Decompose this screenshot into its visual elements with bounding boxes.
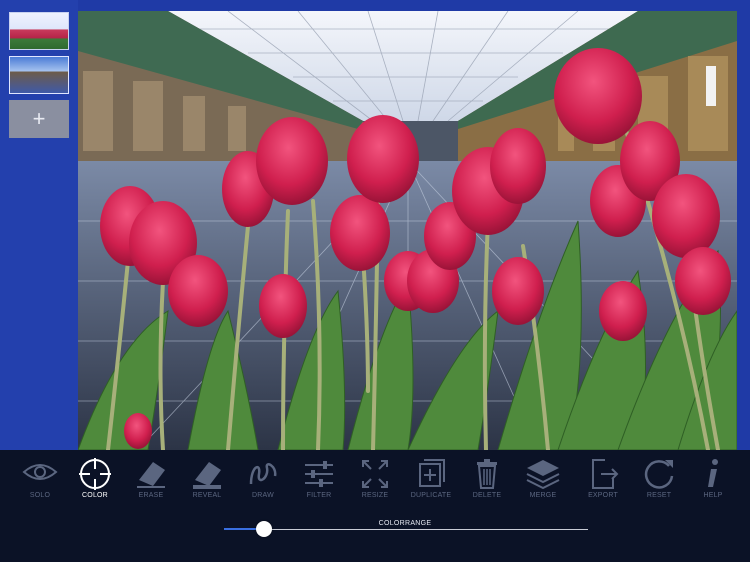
reveal-label: REVEAL [192,492,222,499]
draw-tool-button[interactable]: DRAW [235,454,291,504]
filter-tool-button[interactable]: FILTER [291,454,347,504]
colorrange-slider-knob[interactable] [256,521,273,537]
reset-label: RESET [646,492,672,499]
resize-tool-button[interactable]: RESIZE [347,454,403,504]
eraser-icon [137,462,165,488]
colorrange-label: COLORRANGE [378,520,432,527]
duplicate-icon [419,459,445,487]
trash-icon [477,459,497,489]
layer-sidebar: + [0,0,78,450]
erase-label: ERASE [138,492,164,499]
draw-label: DRAW [252,492,274,499]
sliders-icon [305,461,333,487]
merge-tool-button[interactable]: MERGE [515,454,571,504]
layers-icon [526,460,560,490]
export-icon [592,459,619,489]
filter-label: FILTER [306,492,332,499]
duplicate-tool-button[interactable]: DUPLICATE [403,454,459,504]
duplicate-label: DUPLICATE [410,492,452,499]
reset-tool-button[interactable]: RESET [631,454,687,504]
squiggle-icon [249,463,277,485]
help-label: HELP [703,492,723,499]
crosshair-icon [79,458,111,490]
reset-icon [644,460,674,489]
info-icon [708,459,718,487]
color-label: COLOR [82,492,108,499]
layer-thumbnail-tulips[interactable] [9,12,69,50]
erase-tool-button[interactable]: ERASE [123,454,179,504]
help-tool-button[interactable]: HELP [685,454,741,504]
delete-label: DELETE [472,492,502,499]
color-tool-button[interactable]: COLOR [67,454,123,504]
export-label: EXPORT [588,492,618,499]
resize-label: RESIZE [361,492,389,499]
solo-tool-button[interactable]: SOLO [12,454,68,504]
add-layer-button[interactable]: + [9,100,69,138]
photo-canvas[interactable] [78,11,737,450]
reveal-icon [193,462,221,489]
eye-icon [22,464,58,480]
merge-label: MERGE [529,492,557,499]
composite-image [78,11,737,450]
delete-tool-button[interactable]: DELETE [459,454,515,504]
layer-thumbnail-hall[interactable] [9,56,69,94]
resize-icon [362,460,388,488]
colorrange-track[interactable] [224,529,588,530]
reveal-tool-button[interactable]: REVEAL [179,454,235,504]
export-tool-button[interactable]: EXPORT [575,454,631,504]
solo-label: SOLO [29,492,51,499]
